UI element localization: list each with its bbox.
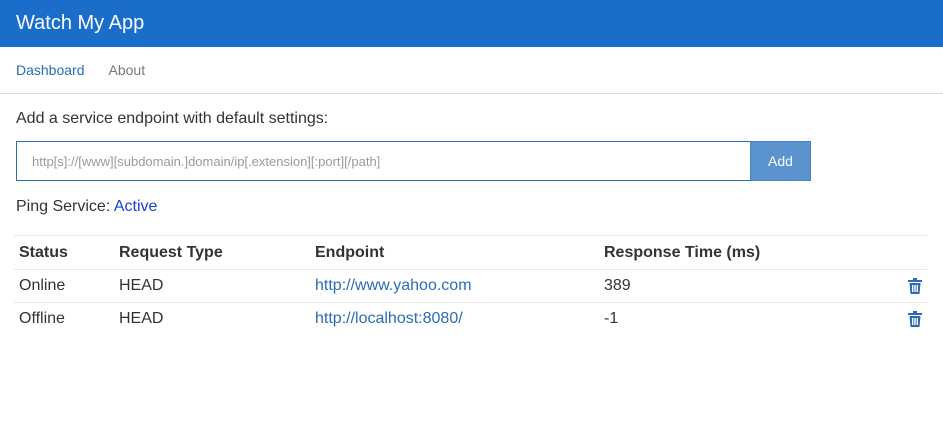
app-header: Watch My App	[0, 0, 943, 47]
table-row: Offline HEAD http://localhost:8080/ -1	[14, 303, 927, 336]
nav-item-about[interactable]: About	[109, 62, 146, 78]
endpoint-link[interactable]: http://www.yahoo.com	[315, 277, 472, 294]
trash-icon[interactable]	[908, 310, 922, 327]
endpoint-input[interactable]	[16, 141, 750, 181]
trash-icon[interactable]	[908, 277, 922, 294]
row-request-type: HEAD	[114, 269, 310, 303]
row-actions	[879, 269, 927, 303]
row-response-time: -1	[604, 310, 619, 327]
table-row: Online HEAD http://www.yahoo.com 389	[14, 269, 927, 303]
row-endpoint: http://localhost:8080/	[310, 303, 599, 336]
ping-service-label: Ping Service:	[16, 198, 111, 215]
column-header-response-time: Response Time (ms)	[599, 235, 879, 270]
row-status: Offline	[19, 310, 65, 327]
row-status: Online	[14, 269, 114, 303]
main-content: Add a service endpoint with default sett…	[0, 110, 943, 218]
nav-item-dashboard[interactable]: Dashboard	[16, 62, 85, 78]
column-header-endpoint: Endpoint	[310, 235, 599, 270]
row-response-time: 389	[599, 269, 879, 303]
column-header-actions	[879, 235, 927, 270]
ping-service-value[interactable]: Active	[114, 198, 158, 215]
row-endpoint: http://www.yahoo.com	[310, 269, 599, 303]
add-endpoint-form: Add	[16, 141, 943, 181]
app-title: Watch My App	[16, 12, 145, 34]
table-header-row: Status Request Type Endpoint Response Ti…	[14, 235, 927, 270]
ping-service-status: Ping Service: Active	[16, 198, 943, 218]
nav-bar: Dashboard About	[0, 47, 943, 94]
endpoint-link[interactable]: http://localhost:8080/	[315, 310, 463, 327]
add-endpoint-label: Add a service endpoint with default sett…	[16, 110, 329, 127]
row-request-type: HEAD	[119, 310, 164, 327]
add-button[interactable]: Add	[750, 141, 811, 181]
services-table: Status Request Type Endpoint Response Ti…	[14, 235, 927, 335]
column-header-request-type: Request Type	[114, 235, 310, 270]
column-header-status: Status	[14, 235, 114, 270]
row-actions	[879, 303, 927, 336]
